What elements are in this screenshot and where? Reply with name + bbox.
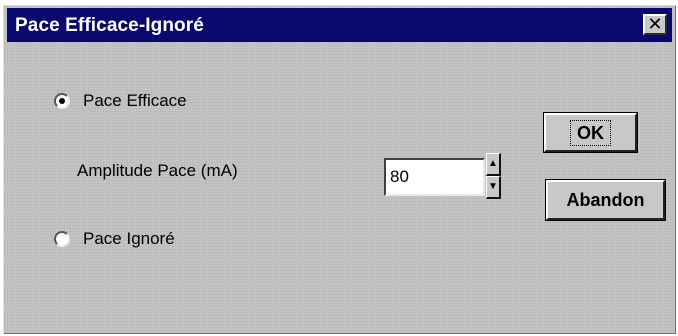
radio-efficace[interactable]: [54, 93, 70, 109]
radio-ignore[interactable]: [54, 231, 70, 247]
dialog-window: Pace Efficace-Ignoré ✕ Pace Efficace Amp…: [3, 5, 676, 334]
amplitude-label: Amplitude Pace (mA): [77, 161, 238, 180]
close-button[interactable]: ✕: [643, 14, 667, 35]
close-icon: ✕: [647, 14, 663, 34]
ok-button[interactable]: OK: [544, 113, 637, 152]
spin-up-icon: ▲: [488, 158, 498, 169]
amplitude-input[interactable]: [384, 158, 485, 196]
radio-option-efficace[interactable]: Pace Efficace: [54, 91, 187, 111]
amplitude-spinner[interactable]: ▲ ▼: [486, 153, 501, 199]
radio-ignore-label: Pace Ignoré: [83, 229, 175, 248]
spin-down-button[interactable]: ▼: [486, 176, 501, 199]
radio-efficace-label: Pace Efficace: [83, 91, 187, 110]
spin-up-button[interactable]: ▲: [486, 153, 501, 176]
ok-button-label: OK: [570, 119, 611, 146]
spin-down-icon: ▼: [488, 181, 498, 192]
abandon-button-label: Abandon: [566, 189, 645, 210]
window-title: Pace Efficace-Ignoré: [15, 15, 204, 36]
radio-selected-dot: [59, 98, 65, 104]
abandon-button[interactable]: Abandon: [546, 180, 665, 220]
title-bar[interactable]: Pace Efficace-Ignoré ✕: [7, 8, 672, 42]
radio-option-ignore[interactable]: Pace Ignoré: [54, 229, 175, 249]
